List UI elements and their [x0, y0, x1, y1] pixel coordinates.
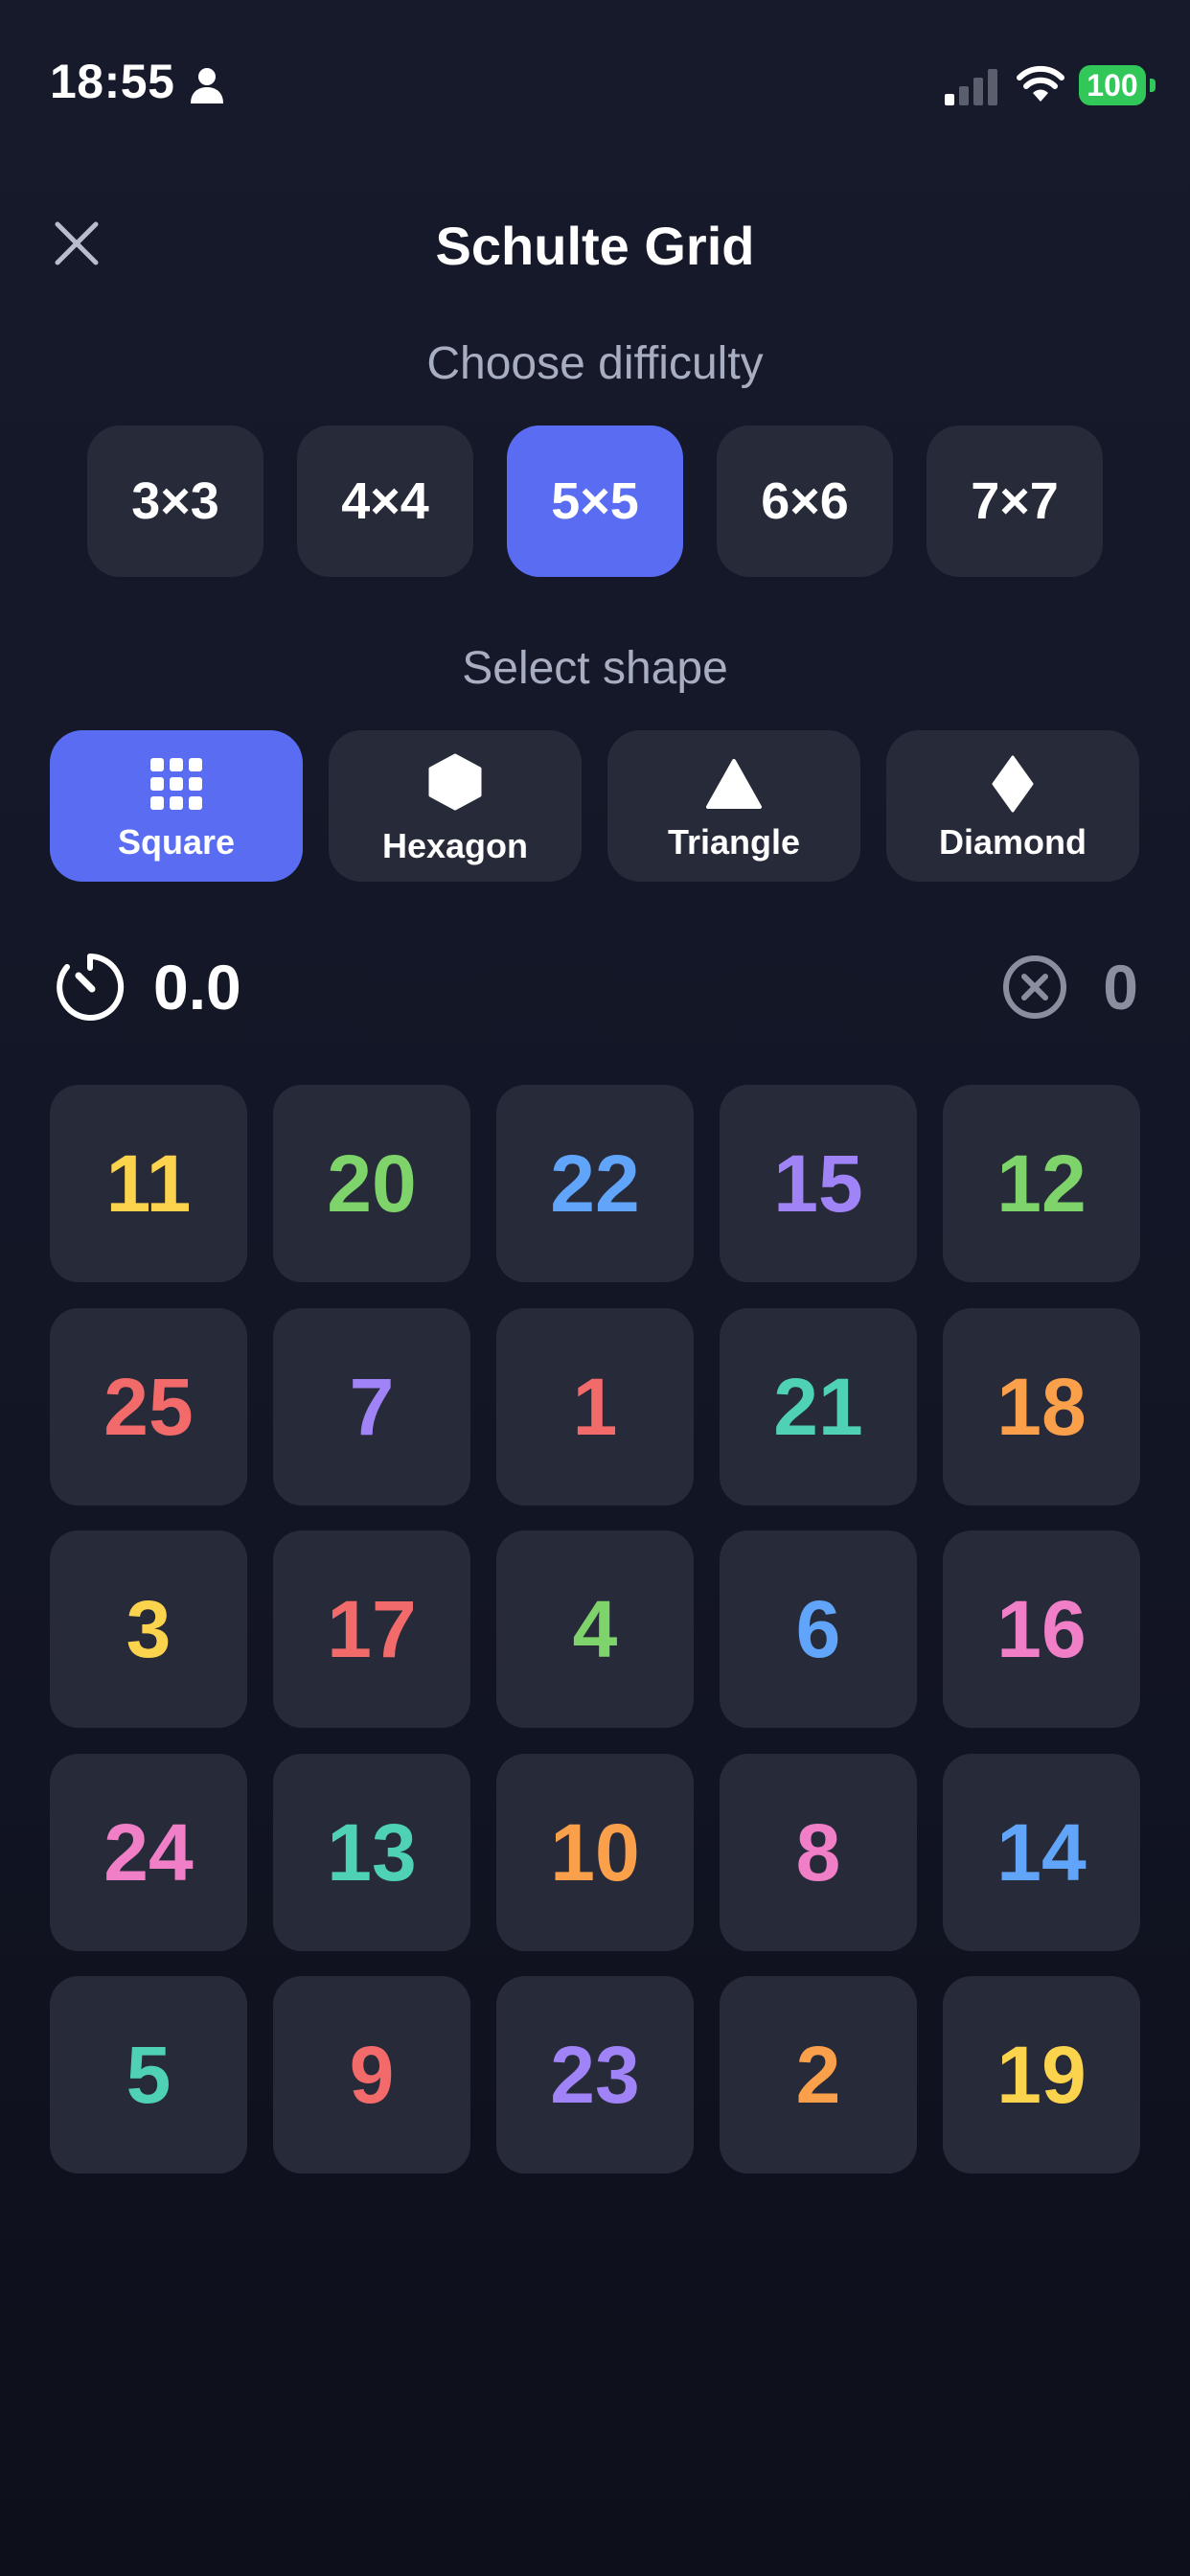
grid-cell[interactable]: 16: [943, 1530, 1140, 1728]
grid-cell[interactable]: 21: [720, 1308, 917, 1506]
triangle-icon: [706, 759, 762, 809]
grid-cell[interactable]: 13: [273, 1754, 470, 1951]
shape-option-square[interactable]: Square: [50, 730, 303, 882]
shape-option-triangle[interactable]: Triangle: [607, 730, 860, 882]
grid-cell[interactable]: 23: [496, 1976, 694, 2174]
grid-cell[interactable]: 9: [273, 1976, 470, 2174]
page-title: Schulte Grid: [435, 216, 755, 276]
shape-option-label: Triangle: [667, 822, 801, 862]
difficulty-option-4x4[interactable]: 4×4: [297, 426, 473, 577]
grid-cell[interactable]: 5: [50, 1976, 247, 2174]
shape-selector: Square Hexagon Triangle Diamond: [50, 730, 1140, 884]
shape-option-label: Square: [117, 822, 236, 862]
person-icon: [191, 68, 223, 104]
difficulty-option-7x7[interactable]: 7×7: [927, 426, 1103, 577]
wifi-icon: [1017, 65, 1064, 102]
grid-cell[interactable]: 12: [943, 1085, 1140, 1282]
header: Schulte Grid: [0, 192, 1190, 297]
grid-cell[interactable]: 1: [496, 1308, 694, 1506]
schulte-grid: 11 20 22 15 12 25 7 1 21 18 3 17 4 6 16 …: [50, 1085, 1140, 2174]
difficulty-label: Choose difficulty: [426, 338, 764, 389]
grid-cell[interactable]: 6: [720, 1530, 917, 1728]
grid-cell[interactable]: 18: [943, 1308, 1140, 1506]
grid-cell[interactable]: 22: [496, 1085, 694, 1282]
difficulty-selector: 3×3 4×4 5×5 6×6 7×7: [87, 426, 1103, 579]
battery-nub: [1150, 79, 1156, 92]
cellular-signal-icon: [945, 69, 997, 105]
grid-cell[interactable]: 8: [720, 1754, 917, 1951]
timer-value: 0.0: [153, 952, 241, 1023]
x-circle-icon: [1003, 955, 1066, 1019]
grid-icon: [150, 758, 202, 810]
difficulty-option-5x5[interactable]: 5×5: [507, 426, 683, 577]
battery-level: 100: [1079, 65, 1146, 105]
grid-cell[interactable]: 3: [50, 1530, 247, 1728]
grid-cell[interactable]: 4: [496, 1530, 694, 1728]
grid-cell[interactable]: 20: [273, 1085, 470, 1282]
grid-cell[interactable]: 7: [273, 1308, 470, 1506]
shape-label: Select shape: [462, 643, 728, 694]
diamond-icon: [992, 755, 1034, 813]
shape-option-label: Diamond: [938, 822, 1087, 862]
grid-cell[interactable]: 2: [720, 1976, 917, 2174]
grid-cell[interactable]: 11: [50, 1085, 247, 1282]
grid-cell[interactable]: 10: [496, 1754, 694, 1951]
grid-cell[interactable]: 25: [50, 1308, 247, 1506]
status-time: 18:55: [50, 55, 175, 108]
shape-option-label: Hexagon: [381, 826, 529, 865]
grid-cell[interactable]: 14: [943, 1754, 1140, 1951]
shape-option-hexagon[interactable]: Hexagon: [329, 730, 582, 882]
grid-cell[interactable]: 17: [273, 1530, 470, 1728]
grid-cell[interactable]: 19: [943, 1976, 1140, 2174]
difficulty-option-3x3[interactable]: 3×3: [87, 426, 263, 577]
shape-option-diamond[interactable]: Diamond: [886, 730, 1139, 882]
errors-count: 0: [1103, 952, 1138, 1023]
stats-row: 0.0 0: [50, 941, 1140, 1027]
status-bar: 18:55 100: [0, 0, 1190, 125]
stopwatch-icon: [57, 953, 125, 1021]
battery-icon: 100: [1079, 65, 1156, 105]
hexagon-icon: [428, 753, 482, 811]
difficulty-option-6x6[interactable]: 6×6: [717, 426, 893, 577]
grid-cell[interactable]: 15: [720, 1085, 917, 1282]
grid-cell[interactable]: 24: [50, 1754, 247, 1951]
